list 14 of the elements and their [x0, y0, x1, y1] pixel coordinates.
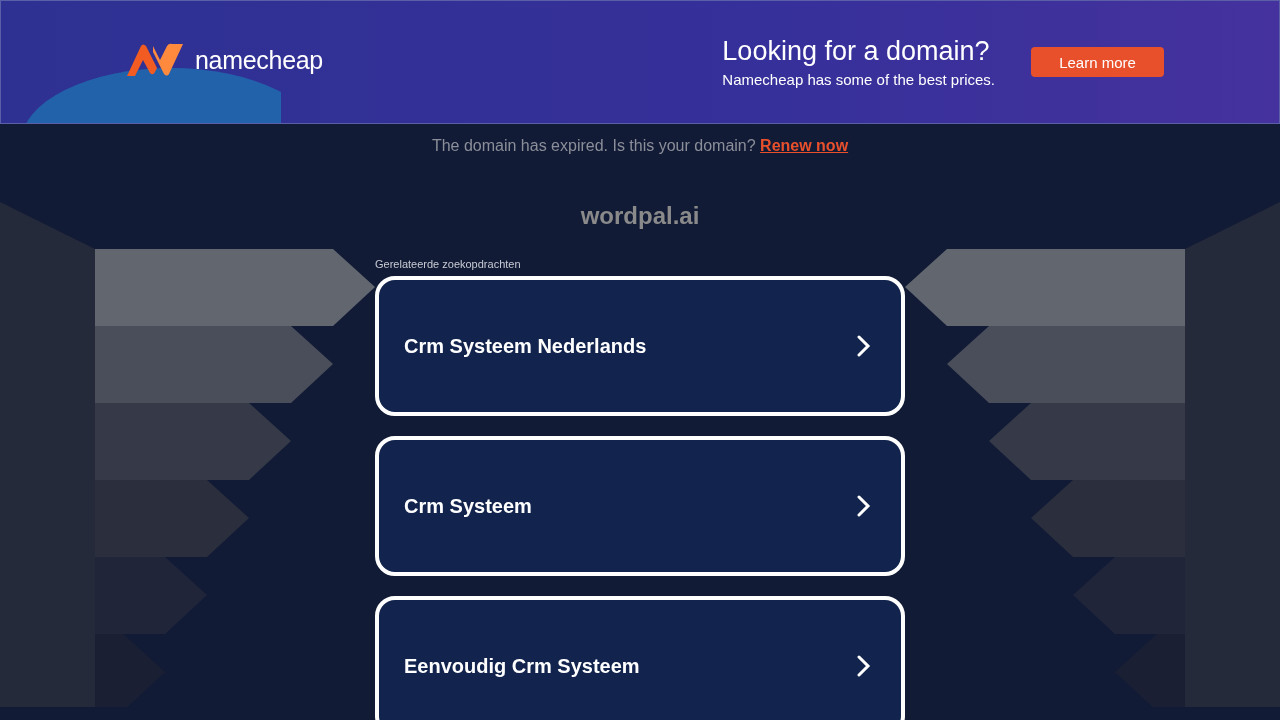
ad-headline: Looking for a domain? [722, 36, 991, 67]
domain-name: wordpal.ai [579, 202, 701, 231]
chevron-right-icon [857, 335, 871, 357]
logo-text: namecheap [195, 45, 323, 75]
learn-more-button[interactable]: Learn more [1031, 47, 1164, 77]
chevron-right-icon [857, 655, 871, 677]
related-searches-label: Gerelateerde zoekopdrachten [375, 258, 522, 272]
chevron-right-icon [857, 495, 871, 517]
related-search-link[interactable]: Crm Systeem [375, 436, 905, 576]
related-search-link[interactable]: Eenvoudig Crm Systeem [375, 596, 905, 720]
related-search-link[interactable]: Crm Systeem Nederlands [375, 276, 905, 416]
renew-now-link[interactable]: Renew now [760, 137, 849, 154]
expired-notice: The domain has expired. Is this your domain? Renew now [430, 136, 850, 156]
ad-subline: Namecheap has some of the best prices. [722, 71, 995, 88]
